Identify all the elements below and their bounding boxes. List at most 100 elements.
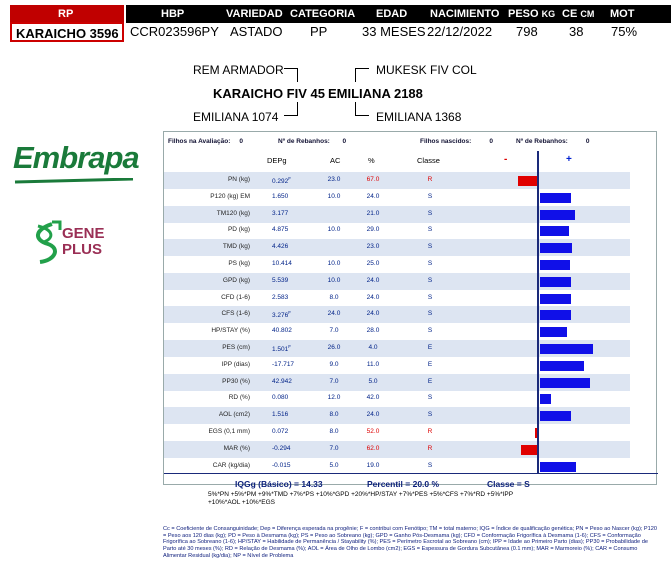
trait-label: MAR (%) xyxy=(223,444,250,452)
depg-number: 1.516 xyxy=(272,411,289,419)
positive-bar xyxy=(540,260,571,270)
positive-bar xyxy=(540,360,584,371)
col-plus: + xyxy=(566,154,572,165)
positive-bar xyxy=(540,411,571,422)
depg-number: 3.177 xyxy=(272,209,289,217)
trait-rows: PN (kg) 0.292F 23.0 67.0 R P120 (kg) EM 1.650 1… xyxy=(164,172,658,474)
depg-number: 40.802 xyxy=(272,327,292,335)
trait-label: TMD (kg) xyxy=(222,243,250,251)
depg-number: 0.072 xyxy=(272,428,289,435)
class-value: S xyxy=(427,209,433,217)
value-nacimiento: 22/12/2022 xyxy=(427,24,493,39)
positive-bar xyxy=(540,344,594,354)
depg-number: 5.539 xyxy=(272,276,289,284)
class-value: S xyxy=(427,461,433,469)
percentile-value: 24.0 xyxy=(366,276,380,284)
col-pct: % xyxy=(368,156,375,165)
trait-label: CFS (1-6) xyxy=(221,310,250,318)
value-edad: 33 MESES xyxy=(362,24,426,39)
depg-number: 10.414 xyxy=(272,260,292,267)
class-value: E xyxy=(427,344,433,351)
value-variedad: ASTADO xyxy=(230,24,283,39)
class-value: E xyxy=(427,360,433,368)
col-ac: AC xyxy=(330,156,341,165)
dna-icon xyxy=(36,220,62,264)
label-nacimiento: NACIMIENTO xyxy=(430,8,500,20)
label-categoria: CATEGORIA xyxy=(290,8,356,20)
value-ce: 38 xyxy=(569,24,584,39)
sire-sire: REM ARMADOR xyxy=(193,63,284,77)
depg-value: 0.292F xyxy=(272,176,291,185)
trait-row: TMD (kg) 4.426 23.0 S xyxy=(164,239,630,257)
accuracy-value: 7.0 xyxy=(329,444,339,452)
depg-value: 3.276F xyxy=(272,310,291,319)
class-value: S xyxy=(427,327,433,335)
trait-row: PP30 (%) 42.942 7.0 5.0 E xyxy=(164,373,630,391)
value-hbp: CCR023596PY xyxy=(130,24,219,39)
depg-value: 2.583 xyxy=(272,294,288,301)
positive-bar xyxy=(540,327,567,338)
geneplus-line1: GENE xyxy=(62,225,105,242)
trait-label: TM120 (kg) xyxy=(216,209,250,217)
depg-number: 1.501 xyxy=(272,346,289,354)
depg-number: 0.292 xyxy=(272,178,289,186)
class-value: S xyxy=(427,310,433,318)
filhos-nascidos: Filhos nascidos: 0 xyxy=(420,138,493,145)
percentile-value: 21.0 xyxy=(366,209,380,217)
depg-value: 5.539 xyxy=(272,277,288,284)
dam-sire: MUKESK FIV COL xyxy=(376,63,477,77)
trait-row: PES (cm) 1.501F 26.0 4.0 E xyxy=(164,340,630,357)
accuracy-value: 10.0 xyxy=(327,226,341,234)
dam: EMILIANA 2188 xyxy=(328,86,423,101)
phenotype-flag: F xyxy=(288,310,292,316)
depg-value: -0.294 xyxy=(272,445,290,452)
trait-row: CFD (1-6) 2.583 8.0 24.0 S xyxy=(164,290,630,307)
col-minus: - xyxy=(504,154,508,165)
class-value: S xyxy=(427,243,433,251)
trait-row: AOL (cm2) 1.516 8.0 24.0 S xyxy=(164,407,630,425)
sire: KARAICHO FIV 45 xyxy=(213,86,325,101)
depg-number: 0.080 xyxy=(272,394,289,402)
class-value: S xyxy=(427,293,433,301)
negative-bar xyxy=(518,176,538,186)
depg-number: 3.276 xyxy=(272,312,289,320)
depg-number: -17.717 xyxy=(272,360,295,368)
rebanhos-2: Nº de Rebanhos: 0 xyxy=(516,138,590,145)
percentile-value: 25.0 xyxy=(366,260,380,267)
trait-row: PN (kg) 0.292F 23.0 67.0 R xyxy=(164,172,630,189)
positive-bar xyxy=(540,394,552,405)
filhos-avaliacao: Filhos na Avaliação: 0 xyxy=(168,138,244,145)
sire-bracket-lower xyxy=(284,102,298,116)
accuracy-value: 8.0 xyxy=(329,411,339,419)
depg-value: -17.717 xyxy=(272,361,294,368)
percentile-value: 52.0 xyxy=(366,428,380,435)
trait-row: PS (kg) 10.414 10.0 25.0 S xyxy=(164,256,630,273)
col-depg: DEPg xyxy=(267,156,287,165)
accuracy-value: 23.0 xyxy=(327,176,341,183)
percentil-summary: Percentil = 20.0 % xyxy=(367,479,440,489)
positive-bar xyxy=(540,310,571,321)
accuracy-value: 7.0 xyxy=(329,377,339,385)
class-value: R xyxy=(427,428,433,435)
depg-number: 4.426 xyxy=(272,243,289,251)
depg-value: -0.015 xyxy=(272,462,290,469)
class-value: S xyxy=(427,411,433,419)
label-ce: CE CM xyxy=(562,8,595,20)
percentile-value: 42.0 xyxy=(366,394,380,402)
accuracy-value: 9.0 xyxy=(329,360,339,368)
trait-row: RD (%) 0.080 12.0 42.0 S xyxy=(164,390,630,407)
dam-bracket-lower xyxy=(355,102,369,116)
col-classe: Classe xyxy=(417,156,440,165)
depg-value: 40.802 xyxy=(272,327,292,334)
label-mot: MOT xyxy=(610,8,635,20)
depg-value: 4.426 xyxy=(272,243,288,250)
depg-value: 42.942 xyxy=(272,378,292,385)
table-bottom-line xyxy=(164,473,658,474)
sire-bracket xyxy=(284,68,298,82)
percentile-value: 28.0 xyxy=(366,327,380,335)
depg-value: 3.177 xyxy=(272,210,288,217)
trait-row: MAR (%) -0.294 7.0 62.0 R xyxy=(164,440,630,458)
sire-dam: EMILIANA 1074 xyxy=(193,110,279,124)
trait-label: AOL (cm2) xyxy=(218,411,250,419)
depg-value: 4.875 xyxy=(272,226,288,233)
